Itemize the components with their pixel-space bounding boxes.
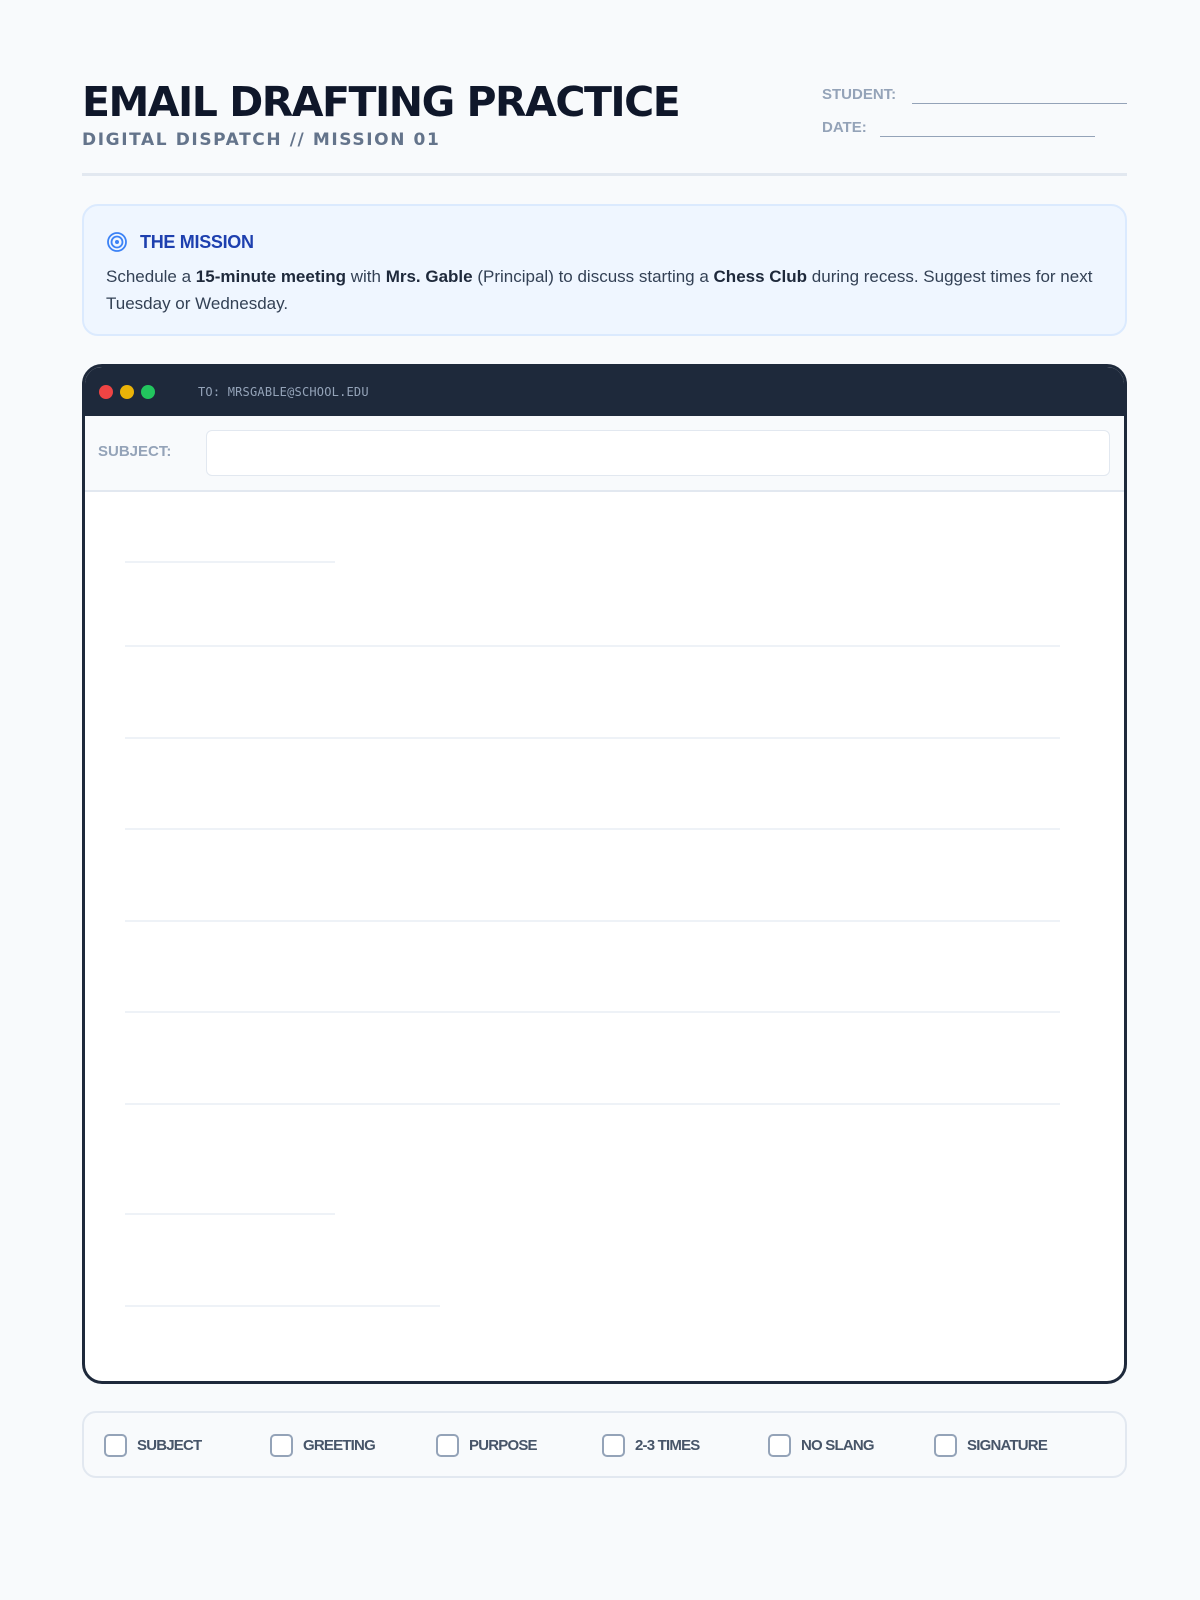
checkbox[interactable] — [934, 1434, 957, 1457]
greeting-line[interactable] — [125, 561, 335, 563]
email-window: TO: MRSGABLE@SCHOOL.EDU SUBJECT: — [82, 364, 1127, 1384]
subject-label: SUBJECT: — [98, 443, 172, 460]
checkbox[interactable] — [602, 1434, 625, 1457]
checkbox[interactable] — [104, 1434, 127, 1457]
closing-line[interactable] — [125, 1213, 335, 1215]
worksheet-header: EMAIL DRAFTING PRACTICE DIGITAL DISPATCH… — [82, 72, 1127, 176]
checklist-label: NO SLANG — [801, 1437, 875, 1454]
recipient-line: TO: MRSGABLE@SCHOOL.EDU — [198, 385, 369, 399]
minimize-dot-icon — [120, 385, 134, 399]
page-title: EMAIL DRAFTING PRACTICE — [82, 78, 681, 126]
checkbox[interactable] — [768, 1434, 791, 1457]
date-label: DATE: — [822, 119, 867, 136]
checklist-label: GREETING — [303, 1437, 376, 1454]
subject-input[interactable] — [206, 430, 1110, 476]
maximize-dot-icon — [141, 385, 155, 399]
page-subtitle: DIGITAL DISPATCH // MISSION 01 — [82, 130, 441, 150]
mission-box: THE MISSION Schedule a 15-minute meeting… — [82, 204, 1127, 336]
checklist-label: SIGNATURE — [967, 1437, 1048, 1454]
body-line[interactable] — [125, 1011, 1060, 1013]
student-label: STUDENT: — [822, 86, 897, 103]
checkbox[interactable] — [270, 1434, 293, 1457]
checklist-label: SUBJECT — [137, 1437, 202, 1454]
close-dot-icon — [99, 385, 113, 399]
email-titlebar: TO: MRSGABLE@SCHOOL.EDU — [85, 367, 1124, 416]
target-icon — [106, 231, 128, 253]
checklist-label: 2-3 TIMES — [635, 1437, 700, 1454]
signature-line[interactable] — [125, 1305, 440, 1307]
body-line[interactable] — [125, 737, 1060, 739]
body-line[interactable] — [125, 1103, 1060, 1105]
body-line[interactable] — [125, 920, 1060, 922]
date-line[interactable] — [880, 117, 1095, 137]
mission-description: Schedule a 15-minute meeting with Mrs. G… — [106, 267, 1093, 313]
body-line[interactable] — [125, 828, 1060, 830]
checkbox[interactable] — [436, 1434, 459, 1457]
checklist: SUBJECT GREETING PURPOSE 2-3 TIMES NO SL… — [82, 1411, 1127, 1478]
body-line[interactable] — [125, 645, 1060, 647]
student-name-line[interactable] — [912, 84, 1127, 104]
mission-heading: THE MISSION — [140, 232, 254, 252]
subject-bar: SUBJECT: — [85, 416, 1124, 492]
checklist-label: PURPOSE — [469, 1437, 538, 1454]
